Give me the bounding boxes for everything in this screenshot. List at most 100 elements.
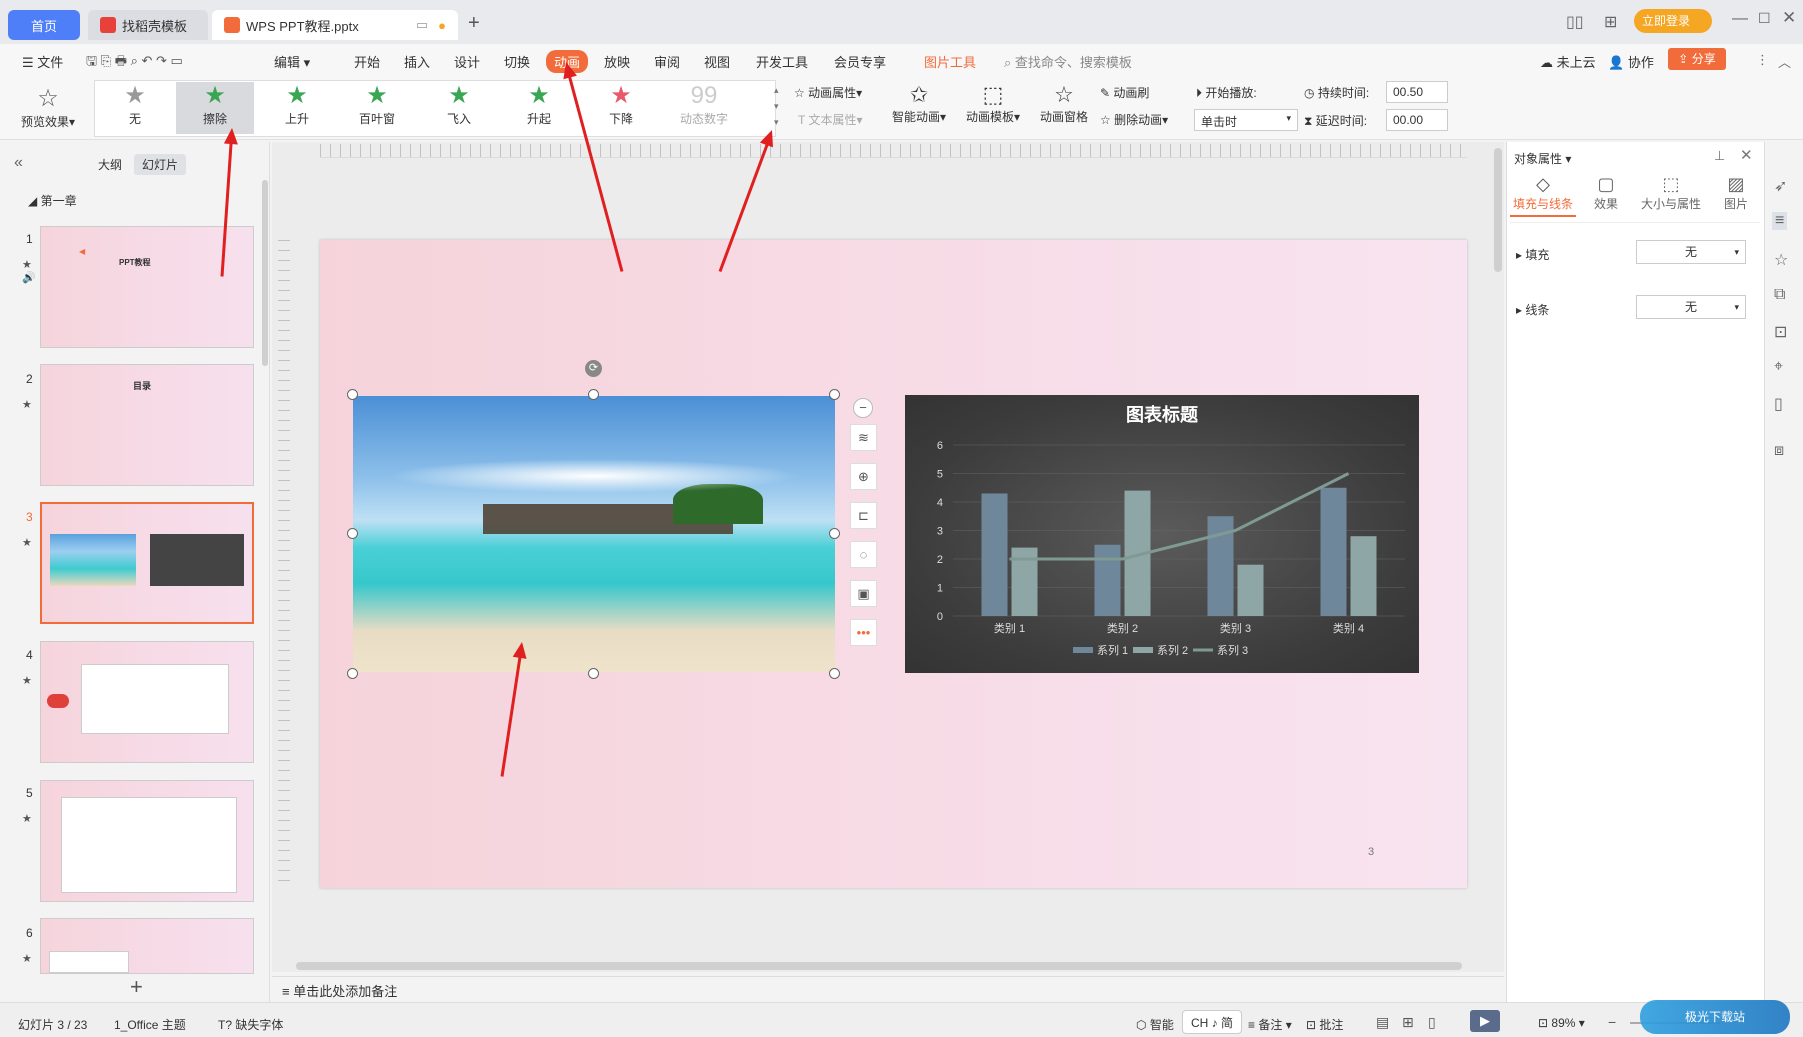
section-chapter[interactable]: ◢ 第一章 xyxy=(28,192,77,209)
smart-anim-button[interactable]: ✩ 智能动画▾ xyxy=(892,82,946,125)
image-icon[interactable]: ⊡ xyxy=(1774,322,1787,342)
menu-slideshow[interactable]: 放映 xyxy=(604,52,630,71)
slides-tab[interactable]: 幻灯片 xyxy=(134,154,187,175)
menu-design[interactable]: 设计 xyxy=(454,52,480,71)
canvas-scrollbar-v[interactable] xyxy=(1494,148,1502,272)
missing-font[interactable]: T? 缺失字体 xyxy=(218,1016,283,1033)
outline-tab[interactable]: 大纲 xyxy=(98,156,122,173)
effect-rise[interactable]: ★ 上升 xyxy=(258,82,336,134)
fill-section[interactable]: ▸ 填充 xyxy=(1516,246,1549,263)
chart[interactable]: 图表标题 0 1 2 3 4 5 6 类别 1 类别 2 类别 3 类别 4 系列 1 系列 2 系列 3 xyxy=(905,395,1419,673)
anim-props-button[interactable]: ☆ 动画属性▾ xyxy=(794,84,862,101)
tab-picture[interactable]: ▨ 图片 xyxy=(1716,174,1756,212)
settings-sliders-icon[interactable]: ≡ xyxy=(1772,212,1788,230)
slide-thumb-4[interactable] xyxy=(40,641,254,763)
anim-brush-button[interactable]: ✎ 动画刷 xyxy=(1100,84,1149,101)
menu-transition[interactable]: 切换 xyxy=(504,52,530,71)
tab-effects[interactable]: ▢ 效果 xyxy=(1586,174,1626,212)
menu-view[interactable]: 视图 xyxy=(704,52,730,71)
book-icon[interactable]: ▯ xyxy=(1774,394,1783,414)
more-options-icon[interactable]: ••• xyxy=(850,619,877,646)
smart-button[interactable]: ⬡ 智能 xyxy=(1136,1016,1174,1033)
anim-template-button[interactable]: ⬚ 动画模板▾ xyxy=(966,82,1020,125)
lightbulb-icon[interactable]: ◌ xyxy=(850,541,877,568)
duration-input[interactable]: 00.50 xyxy=(1386,81,1448,103)
collapse-panel-icon[interactable]: « xyxy=(14,154,23,172)
quick-access-icons[interactable]: 🖫 ⎘ 🖶 ⌕ ↶ ↷ ▭ xyxy=(86,52,183,74)
effect-dynamic-number[interactable]: 99 动态数字 xyxy=(662,82,746,134)
resize-handle[interactable] xyxy=(829,528,840,539)
resize-handle[interactable] xyxy=(829,668,840,679)
menu-review[interactable]: 审阅 xyxy=(654,52,680,71)
panel-title[interactable]: 对象属性 ▾ xyxy=(1514,150,1571,167)
pin-icon[interactable]: ⊥ xyxy=(1714,148,1725,164)
canvas-scrollbar-h[interactable] xyxy=(296,962,1462,970)
start-play-select[interactable]: 单击时 ▾ xyxy=(1194,109,1298,131)
close-button[interactable]: ✕ xyxy=(1782,8,1796,28)
panel-scrollbar[interactable] xyxy=(262,180,268,366)
resize-handle[interactable] xyxy=(347,528,358,539)
effect-none[interactable]: ★ 无 xyxy=(96,82,174,134)
command-search[interactable]: ⌕ 查找命令、搜索模板 xyxy=(1004,52,1132,71)
line-section[interactable]: ▸ 线条 xyxy=(1516,301,1549,318)
collab-button[interactable]: 👤 协作 xyxy=(1608,52,1654,71)
edit-menu[interactable]: 编辑 ▾ xyxy=(274,52,310,71)
tab-document[interactable]: WPS PPT教程.pptx ▭ ● xyxy=(212,10,458,40)
file-menu[interactable]: ☰ 文件 xyxy=(22,52,63,71)
sorter-view-icon[interactable]: ⊞ xyxy=(1402,1014,1414,1031)
star-anim-icon[interactable]: ☆ xyxy=(1774,250,1788,270)
text-props-button[interactable]: T 文本属性▾ xyxy=(798,111,863,128)
resize-handle[interactable] xyxy=(347,389,358,400)
collapse-toolbar-icon[interactable]: − xyxy=(853,398,873,418)
ime-indicator[interactable]: CH ♪ 简 xyxy=(1182,1010,1243,1034)
menu-member[interactable]: 会员专享 xyxy=(834,52,886,71)
slide-icon[interactable]: ⧉ xyxy=(1774,286,1785,304)
reading-view-icon[interactable]: ▯ xyxy=(1428,1014,1436,1031)
resize-handle[interactable] xyxy=(829,389,840,400)
layout-icon[interactable]: ▯▯ xyxy=(1566,12,1584,32)
slide-thumb-5[interactable] xyxy=(40,780,254,902)
crop-icon[interactable]: ⊏ xyxy=(850,502,877,529)
delay-input[interactable]: 00.00 xyxy=(1386,109,1448,131)
resize-handle[interactable] xyxy=(588,668,599,679)
slide-thumb-6[interactable] xyxy=(40,918,254,974)
close-panel-icon[interactable]: ✕ xyxy=(1740,146,1753,164)
image-to-text-icon[interactable]: ▣ xyxy=(850,580,877,607)
resize-handle[interactable] xyxy=(588,389,599,400)
fit-icon[interactable]: ⊡ 89% ▾ xyxy=(1538,1016,1585,1030)
effect-descend[interactable]: ★ 下降 xyxy=(582,82,660,134)
more-icon[interactable]: ⋮ xyxy=(1756,52,1769,68)
delete-anim-button[interactable]: ☆ 删除动画▾ xyxy=(1100,111,1168,128)
play-button[interactable]: ▶ xyxy=(1470,1010,1500,1032)
tab-home[interactable]: 首页 xyxy=(8,10,80,40)
grid-icon[interactable]: ⊞ xyxy=(1604,12,1617,32)
effect-fly-in[interactable]: ★ 飞入 xyxy=(420,82,498,134)
cloud-status[interactable]: ☁ 未上云 xyxy=(1540,52,1596,71)
effect-blinds[interactable]: ★ 百叶窗 xyxy=(338,82,416,134)
notes-toggle[interactable]: ≡ 备注 ▾ xyxy=(1248,1016,1292,1033)
rotate-handle-icon[interactable]: ⟳ xyxy=(585,360,602,377)
resize-handle[interactable] xyxy=(347,668,358,679)
comments-toggle[interactable]: ⊡ 批注 xyxy=(1306,1016,1343,1033)
share-button[interactable]: ⇪ 分享 xyxy=(1668,48,1726,70)
gallery-scroll[interactable]: ▴ ▾ ▾ xyxy=(774,82,779,130)
maximize-button[interactable]: ☐ xyxy=(1758,10,1771,27)
effect-ascend[interactable]: ★ 升起 xyxy=(500,82,578,134)
menu-start[interactable]: 开始 xyxy=(354,52,380,71)
notes-placeholder[interactable]: ≡ 单击此处添加备注 xyxy=(282,981,397,1000)
zoom-icon[interactable]: ⊕ xyxy=(850,463,877,490)
notes-bar[interactable] xyxy=(272,976,1504,1002)
collapse-ribbon-icon[interactable]: ︿ xyxy=(1778,52,1791,71)
tab-fill-line[interactable]: ◇ 填充与线条 xyxy=(1510,174,1576,217)
theme-name[interactable]: 1_Office 主题 xyxy=(114,1016,186,1033)
line-dropdown[interactable]: 无 ▾ xyxy=(1636,295,1746,319)
menu-picture-tools[interactable]: 图片工具 xyxy=(924,52,976,71)
backup-icon[interactable]: ⧈ xyxy=(1774,442,1784,460)
zoom-out-button[interactable]: − xyxy=(1608,1014,1616,1030)
normal-view-icon[interactable]: ▤ xyxy=(1376,1014,1389,1031)
menu-developer[interactable]: 开发工具 xyxy=(756,52,808,71)
anim-pane-button[interactable]: ☆ 动画窗格 xyxy=(1040,82,1088,125)
effect-wipe[interactable]: ★ 擦除 xyxy=(176,82,254,134)
location-icon[interactable]: ⌖ xyxy=(1774,358,1783,376)
tab-size-props[interactable]: ⬚ 大小与属性 xyxy=(1636,174,1706,212)
